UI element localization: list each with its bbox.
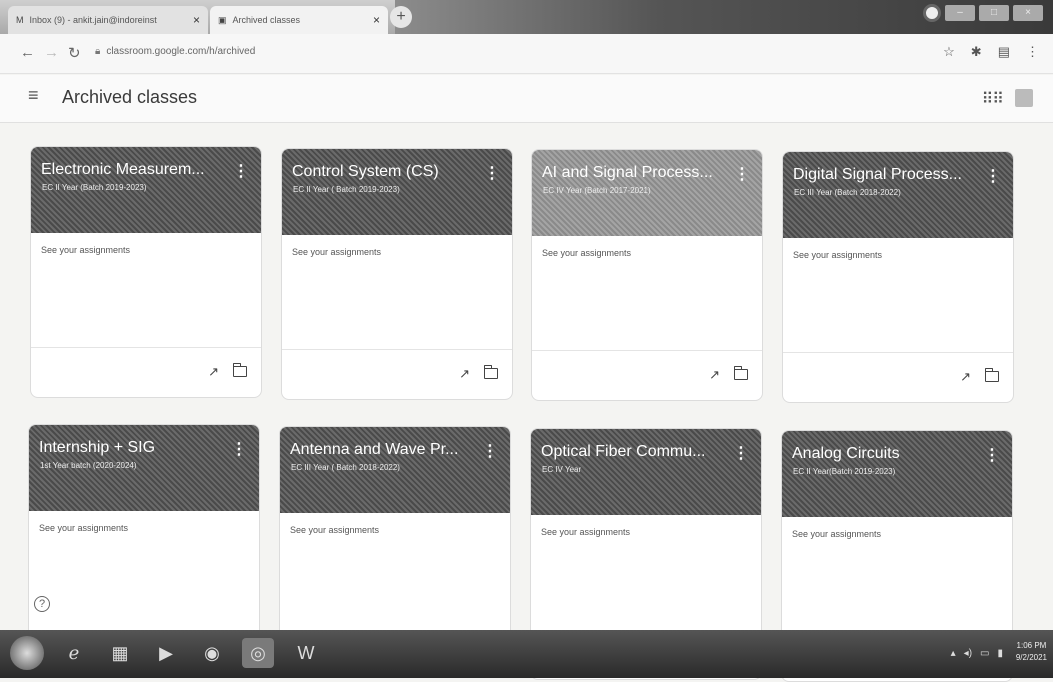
see-assignments-link[interactable]: See your assignments: [542, 248, 631, 258]
class-card[interactable]: Electronic Measurem... EC II Year (Batch…: [30, 146, 262, 398]
more-options-icon[interactable]: ⋮: [231, 439, 247, 459]
card-footer: ↗: [532, 350, 762, 400]
classroom-icon: ▣: [218, 14, 227, 25]
toolbar-icons: ☆ ✱ ▤ ⋮: [943, 44, 1039, 60]
chrome-icon[interactable]: ◎: [242, 638, 274, 668]
volume-icon[interactable]: ◂): [964, 648, 972, 659]
clock-time: 1:06 PM: [1016, 641, 1047, 650]
word-icon[interactable]: W: [290, 638, 322, 668]
start-button[interactable]: [10, 636, 44, 670]
class-section: EC III Year ( Batch 2018-2022): [291, 463, 400, 472]
arrow-icon[interactable]: ▴: [951, 648, 956, 659]
url-field[interactable]: 🔒︎ classroom.google.com/h/archived: [95, 46, 255, 57]
browser-tab-strip: M Inbox (9) - ankit.jain@indoreinst × ▣ …: [0, 0, 1053, 34]
more-icon[interactable]: ⋮: [1026, 44, 1039, 60]
more-options-icon[interactable]: ⋮: [734, 164, 750, 184]
trending-icon[interactable]: ↗: [709, 367, 720, 383]
class-card[interactable]: Digital Signal Process... EC III Year (B…: [782, 151, 1014, 403]
gmail-icon: M: [16, 15, 24, 25]
more-options-icon[interactable]: ⋮: [733, 443, 749, 463]
tab-label: Inbox (9) - ankit.jain@indoreinst: [29, 15, 157, 25]
see-assignments-link[interactable]: See your assignments: [292, 247, 381, 257]
folder-icon[interactable]: [232, 363, 247, 377]
class-name[interactable]: Internship + SIG: [39, 439, 229, 457]
class-name[interactable]: Antenna and Wave Pr...: [290, 441, 480, 459]
card-footer: ↗: [783, 352, 1013, 402]
close-icon[interactable]: ×: [193, 13, 200, 27]
folder-icon[interactable]: [483, 365, 498, 379]
more-options-icon[interactable]: ⋮: [482, 441, 498, 461]
see-assignments-link[interactable]: See your assignments: [39, 523, 128, 533]
see-assignments-link[interactable]: See your assignments: [792, 529, 881, 539]
class-section: EC IV Year: [542, 465, 582, 474]
forward-icon[interactable]: →: [44, 44, 59, 61]
class-card[interactable]: Control System (CS) EC II Year ( Batch 2…: [281, 148, 513, 400]
tab-label: Archived classes: [232, 15, 301, 25]
class-name[interactable]: AI and Signal Process...: [542, 164, 732, 182]
apps-grid-icon[interactable]: ⠿⠿: [982, 89, 1004, 109]
address-bar: ← → ↻ 🔒︎ classroom.google.com/h/archived …: [0, 34, 1053, 74]
class-card[interactable]: AI and Signal Process... EC IV Year (Bat…: [531, 149, 763, 401]
class-section: EC II Year(Batch 2019-2023): [793, 467, 896, 476]
see-assignments-link[interactable]: See your assignments: [290, 525, 379, 535]
close-icon[interactable]: ×: [373, 13, 380, 27]
see-assignments-link[interactable]: See your assignments: [41, 245, 130, 255]
lock-icon: 🔒︎: [95, 46, 101, 57]
new-tab-button[interactable]: +: [390, 6, 412, 28]
class-section: EC II Year (Batch 2019-2023): [42, 183, 147, 192]
file-explorer-icon[interactable]: ▦: [104, 638, 136, 668]
tab-archived-classes[interactable]: ▣ Archived classes ×: [210, 6, 388, 34]
windows-taskbar: ℯ ▦ ▶ ◉ ◎ W ▴ ◂) ▭ ▮ 1:06 PM 9/2/2021: [0, 630, 1053, 678]
class-name[interactable]: Analog Circuits: [792, 445, 982, 463]
see-assignments-link[interactable]: See your assignments: [541, 527, 630, 537]
reading-list-icon[interactable]: ▤: [998, 44, 1010, 60]
reload-icon[interactable]: ↻: [68, 44, 81, 62]
media-player-icon[interactable]: ▶: [150, 638, 182, 668]
menu-icon[interactable]: ≡: [28, 85, 39, 106]
trending-icon[interactable]: ↗: [208, 364, 219, 380]
class-section: EC II Year ( Batch 2019-2023): [293, 185, 400, 194]
url-text: classroom.google.com/h/archived: [106, 46, 256, 57]
network-icon[interactable]: ▮: [997, 648, 1003, 659]
class-name[interactable]: Optical Fiber Commu...: [541, 443, 731, 461]
back-icon[interactable]: ←: [20, 44, 35, 61]
classroom-header: ≡ Archived classes ⠿⠿: [0, 75, 1053, 123]
close-window-button[interactable]: ×: [1013, 5, 1043, 21]
trending-icon[interactable]: ↗: [459, 366, 470, 382]
class-section: EC IV Year (Batch 2017-2021): [543, 186, 651, 195]
folder-icon[interactable]: [733, 366, 748, 380]
more-options-icon[interactable]: ⋮: [984, 445, 1000, 465]
system-tray: ▴ ◂) ▭ ▮: [951, 648, 1003, 659]
card-footer: ↗: [31, 347, 261, 397]
star-icon[interactable]: ☆: [943, 44, 955, 60]
clock[interactable]: 1:06 PM 9/2/2021: [1016, 640, 1047, 664]
see-assignments-link[interactable]: See your assignments: [793, 250, 882, 260]
more-options-icon[interactable]: ⋮: [985, 166, 1001, 186]
page-title: Archived classes: [62, 87, 198, 107]
clock-date: 9/2/2021: [1015, 653, 1047, 662]
avatar[interactable]: [1015, 89, 1033, 107]
display-icon[interactable]: ▭: [980, 648, 989, 659]
window-controls: – □ ×: [923, 4, 1043, 22]
tab-inbox[interactable]: M Inbox (9) - ankit.jain@indoreinst ×: [8, 6, 208, 34]
media-center-icon[interactable]: ◉: [196, 638, 228, 668]
trending-icon[interactable]: ↗: [960, 369, 971, 385]
class-section: 1st Year batch (2020-2024): [40, 461, 137, 470]
internet-explorer-icon[interactable]: ℯ: [58, 638, 90, 668]
more-options-icon[interactable]: ⋮: [233, 161, 249, 181]
profile-icon[interactable]: [923, 4, 941, 22]
class-name[interactable]: Digital Signal Process...: [793, 166, 983, 184]
more-options-icon[interactable]: ⋮: [484, 163, 500, 183]
folder-icon[interactable]: [984, 368, 999, 382]
help-icon[interactable]: ?: [34, 596, 50, 612]
class-section: EC III Year (Batch 2018-2022): [794, 188, 901, 197]
class-name[interactable]: Control System (CS): [292, 163, 482, 181]
class-name[interactable]: Electronic Measurem...: [41, 161, 231, 179]
minimize-button[interactable]: –: [945, 5, 975, 21]
maximize-button[interactable]: □: [979, 5, 1009, 21]
card-footer: ↗: [282, 349, 512, 399]
extensions-icon[interactable]: ✱: [971, 44, 982, 60]
